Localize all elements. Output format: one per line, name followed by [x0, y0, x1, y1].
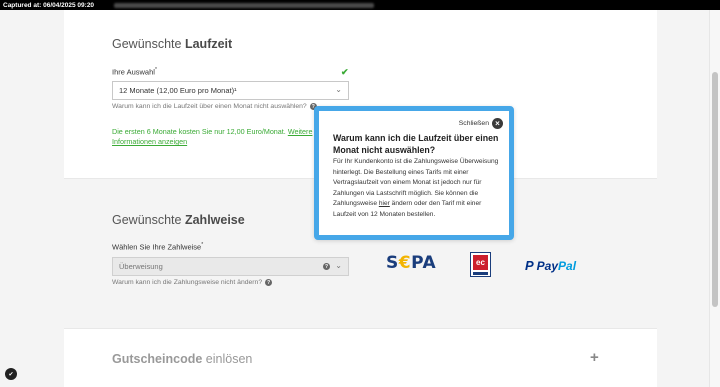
laufzeit-check-icon: ✔ [341, 67, 349, 77]
popup-close[interactable]: Schließen × [459, 118, 503, 129]
chevron-down-icon: ⌄ [335, 261, 342, 270]
capture-timestamp: Captured at: 06/04/2025 09:20 [3, 1, 95, 9]
laufzeit-selected-value: 12 Monate (12,00 Euro pro Monat)¹ [119, 86, 237, 95]
laufzeit-select[interactable]: 12 Monate (12,00 Euro pro Monat)¹ ⌄ [112, 81, 349, 100]
zahlweise-selected-value: Überweisung [119, 262, 163, 271]
zahlweise-help[interactable]: Warum kann ich die Zahlungsweise nicht ä… [112, 279, 273, 286]
gutschein-section[interactable]: Gutscheincode einlösen + [64, 328, 657, 387]
blurred-url [114, 2, 375, 8]
gutschein-heading-bold: Gutscheincode [112, 352, 203, 366]
zahlweise-heading-light: Gewünschte [112, 213, 182, 227]
laufzeit-help[interactable]: Warum kann ich die Laufzeit über einen M… [112, 103, 317, 110]
sepa-logo-text-2: PA [411, 253, 437, 273]
shield-icon[interactable]: ✔ [5, 368, 17, 380]
plus-icon[interactable]: + [590, 349, 599, 366]
laufzeit-heading-bold: Laufzeit [184, 37, 233, 51]
sepa-logo-euro: € [398, 253, 412, 273]
laufzeit-heading: Gewünschte Laufzeit [112, 37, 232, 51]
paypal-logo-text-1: Pay [536, 258, 559, 273]
zahlweise-help-text[interactable]: Warum kann ich die Zahlungsweise nicht ä… [112, 279, 262, 286]
popup-close-label[interactable]: Schließen [459, 120, 489, 127]
laufzeit-field-label: Ihre Auswahl* [112, 67, 157, 77]
zahlweise-field-label-text: Wählen Sie Ihre Zahlweise [112, 242, 202, 252]
sepa-logo-text-1: S [386, 253, 399, 273]
ec-logo-text: ec [473, 255, 488, 270]
paypal-logo-text-2: Pal [558, 258, 577, 273]
page-margin-right [657, 10, 709, 387]
question-icon[interactable]: ? [265, 279, 273, 286]
ec-logo-foot [473, 272, 488, 275]
popup-title: Warum kann ich die Laufzeit über einen M… [333, 133, 499, 155]
laufzeit-info: Die ersten 6 Monate kosten Sie nur 12,00… [112, 127, 322, 147]
zahlweise-heading-bold: Zahlweise [184, 213, 245, 227]
ec-logo: ec [470, 252, 491, 277]
close-icon[interactable]: × [492, 118, 503, 129]
chevron-down-icon: ⌄ [335, 85, 342, 94]
info-popup: Schließen × Warum kann ich die Laufzeit … [314, 106, 514, 240]
sepa-logo: S€PA [386, 253, 436, 273]
page-margin-left [0, 10, 64, 387]
paypal-logo: P Pay Pal [525, 258, 576, 273]
question-icon[interactable]: ? [323, 263, 330, 270]
zahlweise-field-label: Wählen Sie Ihre Zahlweise* [112, 242, 204, 252]
gutschein-heading[interactable]: Gutscheincode einlösen [112, 352, 252, 366]
capture-bar: Captured at: 06/04/2025 09:20 [0, 0, 720, 10]
popup-change-link[interactable]: hier [379, 200, 390, 207]
laufzeit-heading-light: Gewünschte [112, 37, 182, 51]
zahlweise-heading: Gewünschte Zahlweise [112, 213, 245, 227]
laufzeit-info-text: Die ersten 6 Monate kosten Sie nur 12,00… [112, 127, 286, 136]
laufzeit-help-text[interactable]: Warum kann ich die Laufzeit über einen M… [112, 103, 307, 110]
scrollbar-thumb[interactable] [712, 72, 718, 307]
gutschein-heading-light: einlösen [205, 352, 253, 366]
zahlweise-select[interactable]: Überweisung ? ⌄ [112, 257, 349, 276]
paypal-mark-icon: P [525, 258, 534, 273]
laufzeit-field-label-text: Ihre Auswahl [112, 67, 155, 77]
popup-body: Für Ihr Kundenkonto ist die Zahlungsweis… [333, 157, 503, 221]
